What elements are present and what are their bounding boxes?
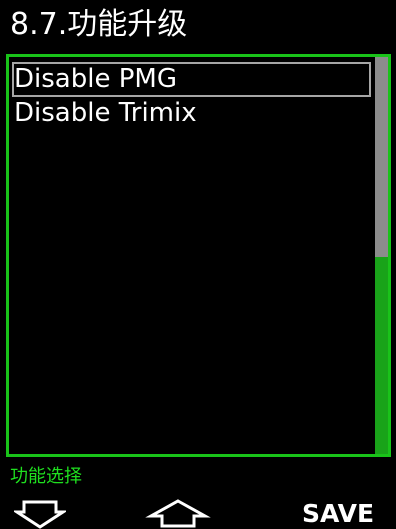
menu-item-label: Disable PMG bbox=[14, 64, 177, 94]
menu-item-disable-trimix[interactable]: Disable Trimix bbox=[12, 97, 371, 132]
menu-item-disable-pmg[interactable]: Disable PMG bbox=[12, 62, 371, 97]
menu-list: Disable PMG Disable Trimix bbox=[12, 62, 371, 132]
scrollbar-thumb[interactable] bbox=[375, 57, 388, 257]
save-button[interactable]: SAVE bbox=[302, 498, 396, 529]
page-title: 8.7.功能升级 bbox=[10, 7, 188, 42]
scroll-up-button[interactable] bbox=[144, 498, 254, 529]
status-text: 功能选择 bbox=[10, 466, 82, 487]
menu-item-label: Disable Trimix bbox=[14, 98, 197, 128]
scroll-down-button[interactable] bbox=[14, 498, 106, 529]
arrow-up-icon bbox=[145, 499, 211, 528]
menu-panel: Disable PMG Disable Trimix bbox=[6, 54, 391, 457]
scrollbar[interactable] bbox=[375, 57, 388, 454]
arrow-down-icon bbox=[14, 500, 66, 529]
title-bar: 8.7.功能升级 bbox=[0, 0, 396, 52]
